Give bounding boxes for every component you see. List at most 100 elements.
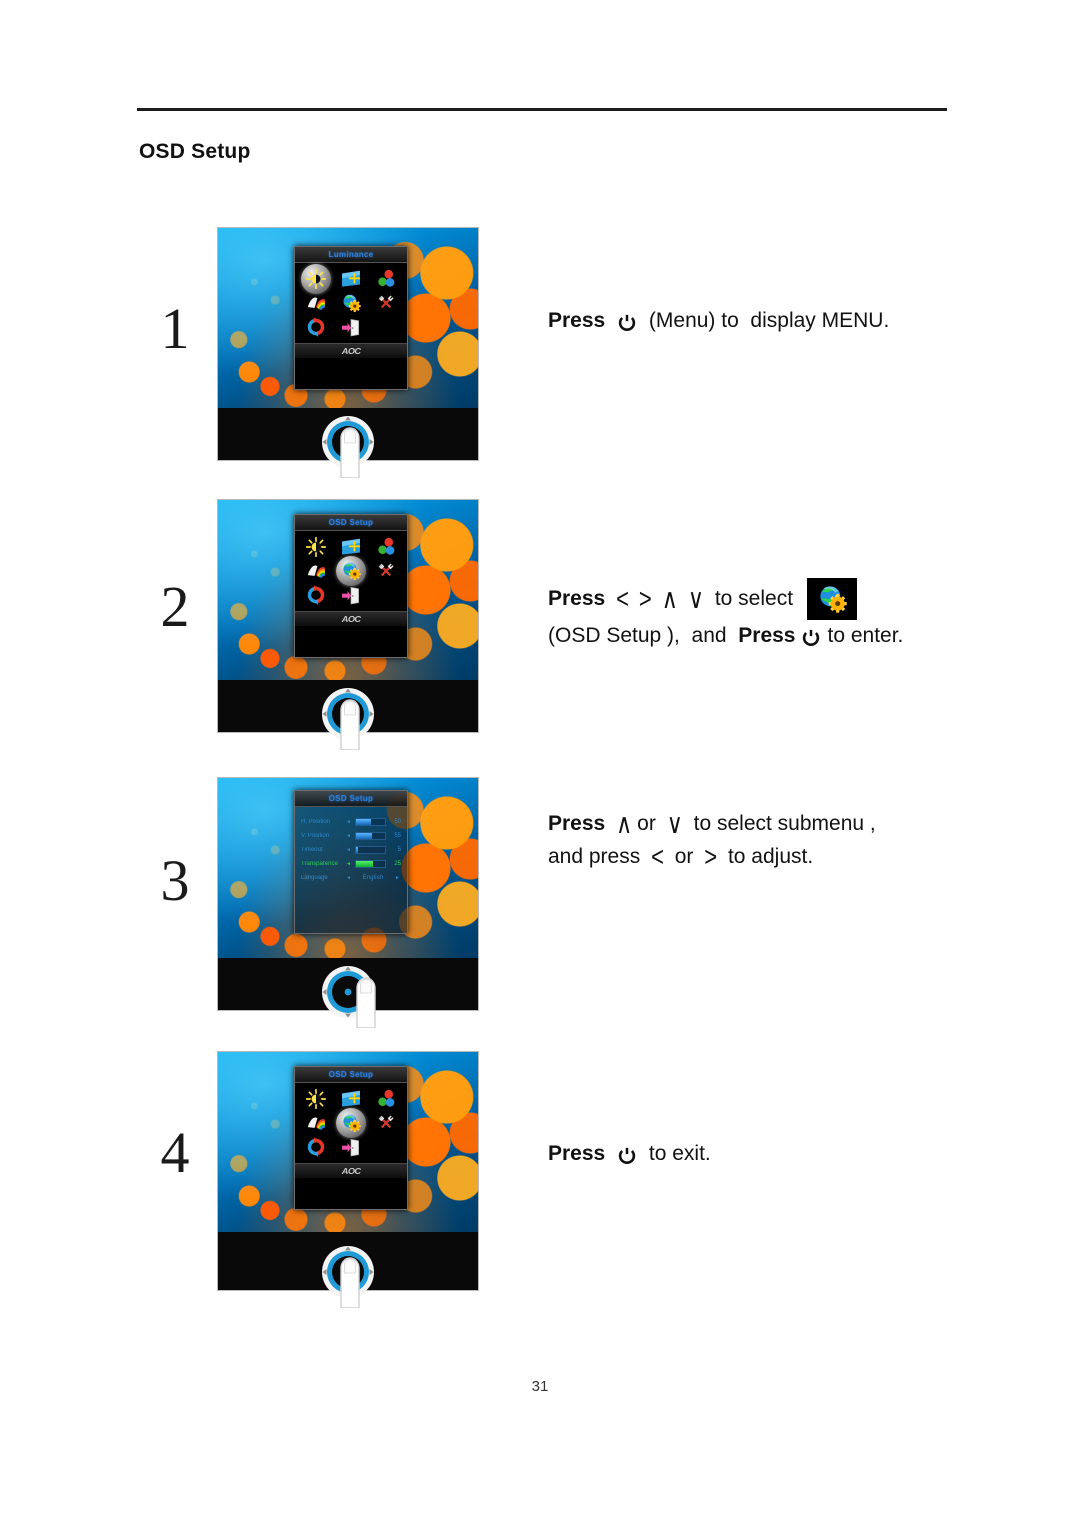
osd-submenu-row[interactable]: V. Position ◄ 55 [301, 830, 401, 841]
osd-menu-item-picture-boost[interactable] [299, 1112, 332, 1134]
osd-menu-item-reset[interactable] [299, 584, 332, 606]
osd-menu-item-color-temperature[interactable] [370, 536, 403, 558]
osd-menu-item-image-setup[interactable] [334, 1088, 367, 1110]
osd-menu-item-extra[interactable] [370, 560, 403, 582]
left-arrow-icon[interactable]: ◄ [345, 875, 352, 881]
instruction-line: (OSD Setup ), and Press to enter. [548, 620, 1048, 653]
step-number-3: 3 [160, 848, 190, 913]
left-arrow-icon[interactable]: ◄ [345, 819, 352, 825]
osd-submenu-slider-fill [356, 818, 371, 825]
reset-icon [305, 316, 327, 338]
aoc-logo: AOC [341, 1166, 361, 1176]
monitor-illustration-step-3: OSD Setup H. Position ◄ 50 V. Position ◄ 55 Tim… [218, 778, 478, 1029]
step-number-1: 1 [160, 296, 190, 361]
osd-menu-item-osd-setup[interactable] [334, 1108, 367, 1138]
luminance-icon [305, 536, 327, 558]
left-arrow-icon[interactable]: ◄ [345, 833, 352, 839]
reset-icon [305, 584, 327, 606]
osd-menu-title: OSD Setup [295, 515, 407, 531]
osd-menu-item-extra[interactable] [370, 1112, 403, 1134]
osd-submenu-row[interactable]: Timeout ◄ 5 [301, 844, 401, 855]
osd-menu-item-luminance[interactable] [299, 536, 332, 558]
osd-submenu-row-label: V. Position [301, 832, 330, 839]
osd-menu-item-color-temperature[interactable] [370, 1088, 403, 1110]
control-knob[interactable] [305, 686, 391, 751]
luminance-icon [305, 268, 327, 290]
osd-submenu-row[interactable]: Language ◄ English ► [301, 872, 401, 883]
osd-submenu-rows: H. Position ◄ 50 V. Position ◄ 55 Timeout ◄ 5 Tra… [295, 807, 407, 894]
osd-submenu-row-label: Transparence [301, 860, 338, 867]
left-arrow-icon[interactable]: ◄ [345, 861, 352, 867]
osd-submenu-slider[interactable] [355, 817, 386, 826]
osd-menu-item-exit[interactable] [334, 316, 367, 338]
luminance-icon [305, 1088, 327, 1110]
instruction-step-3: Press ∧ or ∨ to select submenu , and press… [548, 808, 1048, 873]
left-chevron-icon: < [616, 582, 629, 614]
monitor-screen: OSD Setup H. Position ◄ 50 V. Position ◄ 55 Tim… [218, 778, 478, 958]
power-icon [617, 311, 637, 332]
osd-icon-grid [295, 531, 407, 611]
instruction-text: Press [548, 586, 612, 610]
osd-submenu-slider[interactable] [355, 859, 386, 868]
instruction-step-2: Press < > ∧ ∨ to select (OSD Setup ), and P… [548, 578, 1048, 653]
osd-menu-item-picture-boost[interactable] [299, 292, 332, 314]
left-chevron-icon: < [651, 840, 664, 872]
power-icon [617, 1144, 637, 1165]
osd-menu-item-reset[interactable] [299, 1136, 332, 1158]
page-title: OSD Setup [139, 140, 251, 163]
osd-panel-footer: AOC [295, 1163, 407, 1178]
left-arrow-icon[interactable]: ◄ [345, 847, 352, 853]
monitor-screen: OSD Setup AOC [218, 500, 478, 680]
osd-submenu-row-value: 5 [397, 846, 401, 853]
instruction-text: Press [738, 624, 796, 647]
image-setup-icon [340, 268, 362, 290]
osd-menu-item-exit[interactable] [334, 1136, 367, 1158]
osd-menu-item-color-temperature[interactable] [370, 268, 403, 290]
instruction-text: (OSD Setup ), and [548, 624, 739, 647]
exit-icon [340, 584, 362, 606]
osd-menu-item-extra[interactable] [370, 292, 403, 314]
osd-menu-item-image-setup[interactable] [334, 268, 367, 290]
osd-menu-panel: Luminance AOC [294, 246, 408, 390]
instruction-text: Press [548, 812, 612, 835]
color-temperature-icon [375, 268, 397, 290]
osd-menu-title: Luminance [295, 247, 407, 263]
osd-submenu-slider-fill [356, 860, 374, 867]
step-number-2: 2 [160, 574, 190, 639]
osd-submenu-slider-fill [356, 846, 359, 853]
osd-submenu-row[interactable]: Transparence ◄ 25 [301, 858, 401, 869]
osd-menu-item-luminance[interactable] [299, 1088, 332, 1110]
control-knob[interactable] [305, 414, 391, 479]
osd-menu-item-picture-boost[interactable] [299, 560, 332, 582]
osd-submenu-slider[interactable] [355, 831, 386, 840]
instruction-text: to enter. [827, 624, 904, 647]
exit-icon [340, 316, 362, 338]
osd-setup-globe-gear-icon [806, 578, 857, 620]
osd-menu-item-osd-setup[interactable] [334, 556, 367, 586]
right-chevron-icon: > [638, 582, 652, 614]
osd-icon-grid [295, 263, 407, 343]
instruction-text: to adjust. [722, 844, 814, 868]
aoc-logo: AOC [341, 346, 361, 356]
right-arrow-icon[interactable]: ► [394, 875, 401, 881]
monitor-bezel [218, 680, 478, 751]
osd-menu-item-osd-setup[interactable] [334, 292, 367, 314]
image-setup-icon [340, 1088, 362, 1110]
osd-submenu-slider[interactable] [355, 845, 386, 854]
osd-panel-footer: AOC [295, 611, 407, 626]
osd-submenu-row[interactable]: H. Position ◄ 50 [301, 816, 401, 827]
instruction-line: Press ∧ or ∨ to select submenu , [548, 808, 1048, 841]
osd-submenu-row-label: H. Position [301, 818, 331, 825]
osd-menu-item-luminance[interactable] [299, 264, 332, 294]
osd-menu-item-image-setup[interactable] [334, 536, 367, 558]
step-number-4: 4 [160, 1120, 190, 1185]
monitor-illustration-step-2: OSD Setup AOC [218, 500, 478, 751]
monitor-screen: OSD Setup AOC [218, 1052, 478, 1232]
osd-menu-item-reset[interactable] [299, 316, 332, 338]
picture-boost-icon [305, 292, 327, 314]
osd-menu-item-exit[interactable] [334, 584, 367, 606]
picture-boost-icon [305, 560, 327, 582]
control-knob[interactable] [305, 1244, 391, 1309]
osd-submenu-slider-fill [356, 832, 372, 839]
control-knob[interactable] [305, 964, 391, 1029]
